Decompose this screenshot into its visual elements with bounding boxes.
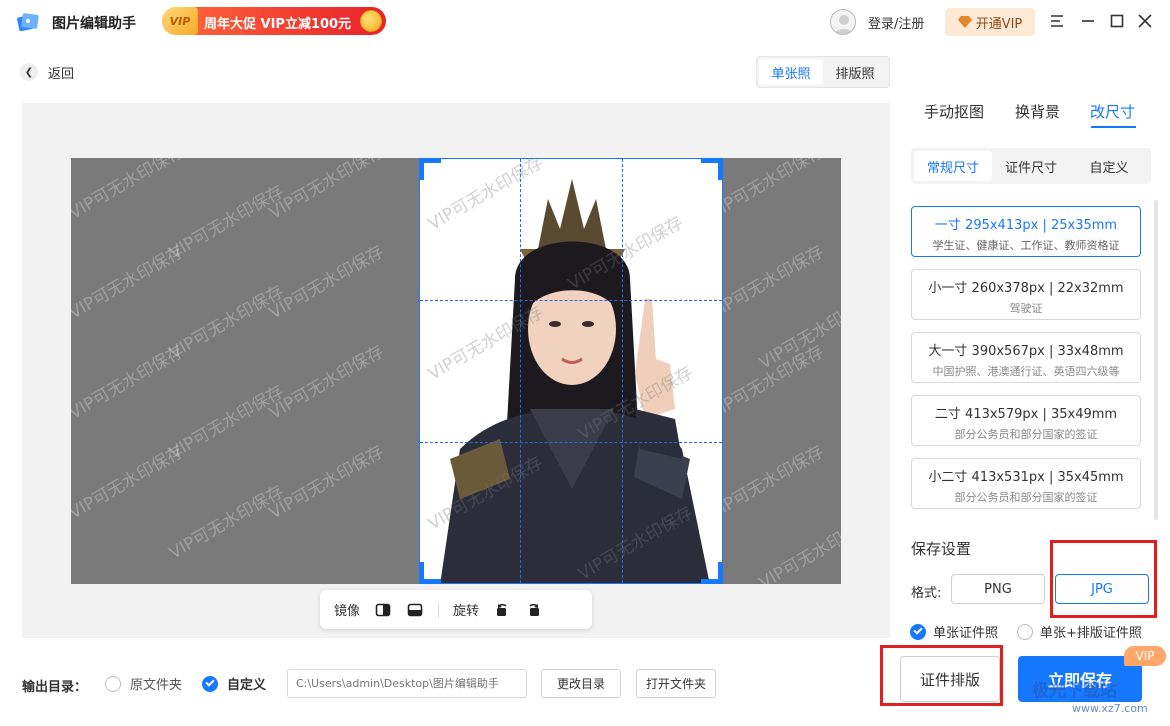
minimize-icon[interactable] xyxy=(1078,11,1098,31)
radio-original-folder[interactable]: 原文件夹 xyxy=(105,674,182,693)
tab-change-background[interactable]: 换背景 xyxy=(1015,101,1060,122)
radio-original-label: 原文件夹 xyxy=(130,678,183,693)
flip-vertical-icon[interactable] xyxy=(406,601,424,619)
size-option-usage: 学生证、健康证、工作证、教师资格证 xyxy=(932,239,1120,252)
vip-tag: VIP xyxy=(1124,646,1166,666)
tab-layout-photo[interactable]: 排版照 xyxy=(823,59,887,85)
back-label: 返回 xyxy=(48,66,75,82)
size-option-title: 小二寸 413x531px | 35x45mm xyxy=(928,470,1124,485)
radio-icon xyxy=(1017,623,1033,640)
crop-handle-top-left[interactable] xyxy=(420,159,441,180)
chevron-left-icon: ❮ xyxy=(20,63,38,81)
toolbar-divider xyxy=(438,601,440,618)
tab-custom-size[interactable]: 自定义 xyxy=(1070,151,1148,181)
tab-regular-size[interactable]: 常规尺寸 xyxy=(914,151,992,181)
watermark-text: VIP可无水印保存 xyxy=(165,181,288,264)
app-logo-icon xyxy=(16,10,40,34)
open-folder-button[interactable]: 打开文件夹 xyxy=(636,669,716,698)
app-name: 图片编辑助手 xyxy=(52,16,136,32)
size-option[interactable]: 小二寸 413x531px | 35x45mm 部分公务员和部分国家的签证 xyxy=(911,458,1141,509)
grid-line xyxy=(420,442,722,443)
highlight-box-layout xyxy=(880,645,1003,706)
open-vip-button[interactable]: 开通VIP xyxy=(945,8,1035,36)
watermark-text: VIP可无水印保存 xyxy=(71,158,188,224)
option-layout-label: 单张+排版证件照 xyxy=(1040,626,1142,641)
size-option[interactable]: 小一寸 260x378px | 22x32mm 驾驶证 xyxy=(911,269,1141,320)
size-option-title: 一寸 295x413px | 25x35mm xyxy=(934,218,1118,233)
maximize-icon[interactable] xyxy=(1107,11,1127,31)
close-icon[interactable] xyxy=(1135,11,1155,31)
size-list-scrollbar[interactable] xyxy=(1154,200,1158,520)
option-single-and-layout[interactable]: 单张+排版证件照 xyxy=(1017,622,1142,641)
format-label: 格式: xyxy=(911,586,942,601)
grid-line xyxy=(420,300,722,301)
site-watermark-name: 极光下载站 xyxy=(1032,681,1117,701)
diamond-icon xyxy=(957,16,972,28)
open-vip-label: 开通VIP xyxy=(975,16,1023,32)
menu-icon[interactable] xyxy=(1047,11,1067,31)
watermark-text: VIP可无水印保存 xyxy=(265,341,388,424)
tab-manual-cutout[interactable]: 手动抠图 xyxy=(924,101,984,122)
rotate-right-icon[interactable] xyxy=(525,601,543,619)
rotate-left-icon[interactable] xyxy=(493,601,511,619)
promo-text: 周年大促 VIP立减100元 xyxy=(204,17,352,32)
login-register-link[interactable]: 登录/注册 xyxy=(868,13,924,32)
size-option[interactable]: 二寸 413x579px | 35x49mm 部分公务员和部分国家的签证 xyxy=(911,395,1141,446)
coin-icon xyxy=(360,10,382,32)
mirror-label: 镜像 xyxy=(334,604,361,619)
id-photo-crop[interactable]: VIP可无水印保存 VIP可无水印保存 VIP可无水印保存 VIP可无水印保存 … xyxy=(419,158,723,584)
tab-id-size[interactable]: 证件尺寸 xyxy=(992,151,1070,181)
output-directory-label: 输出目录： xyxy=(22,680,88,695)
size-type-toggle: 常规尺寸 证件尺寸 自定义 xyxy=(911,148,1151,184)
watermark-text: VIP可无水印保存 xyxy=(165,381,288,464)
highlight-box-format xyxy=(1050,540,1157,618)
option-single-id-photo[interactable]: 单张证件照 xyxy=(910,622,998,641)
format-png-button[interactable]: PNG xyxy=(951,574,1045,604)
crop-handle-bottom-right[interactable] xyxy=(701,562,722,583)
size-option-usage: 部分公务员和部分国家的签证 xyxy=(954,491,1098,504)
mode-toggle: 单张照 排版照 xyxy=(756,56,890,88)
watermark-text: VIP可无水印保存 xyxy=(165,281,288,364)
watermark-text: VIP可无水印保存 xyxy=(265,441,388,524)
change-directory-button[interactable]: 更改目录 xyxy=(541,669,621,698)
checked-icon xyxy=(910,623,926,640)
watermark-text: VIP可无水印保存 xyxy=(265,158,388,224)
size-option-title: 大一寸 390x567px | 33x48mm xyxy=(928,344,1124,359)
flip-horizontal-icon[interactable] xyxy=(374,601,392,619)
rotate-label: 旋转 xyxy=(453,604,480,619)
crop-handle-top-right[interactable] xyxy=(701,159,722,180)
promo-banner[interactable]: VIP 周年大促 VIP立减100元 xyxy=(162,7,386,35)
save-settings-title: 保存设置 xyxy=(911,540,972,558)
image-toolbar: 镜像 旋转 xyxy=(320,590,592,629)
size-option-usage: 驾驶证 xyxy=(1009,302,1043,315)
watermark-text: VIP可无水印保存 xyxy=(755,511,841,584)
size-option[interactable]: 大一寸 390x567px | 33x48mm 中国护照、港澳通行证、英语四六级… xyxy=(911,332,1141,383)
radio-custom-folder[interactable]: 自定义 xyxy=(202,674,266,693)
grid-line xyxy=(622,159,623,583)
radio-icon xyxy=(105,675,121,692)
radio-custom-label: 自定义 xyxy=(227,678,267,693)
tab-resize[interactable]: 改尺寸 xyxy=(1090,101,1135,122)
site-watermark-url: www.xz7.com xyxy=(1072,702,1148,715)
watermark-text: VIP可无水印保存 xyxy=(165,481,288,564)
watermark-text: VIP可无水印保存 xyxy=(265,241,388,324)
tab-single-photo[interactable]: 单张照 xyxy=(759,59,823,85)
user-avatar-icon[interactable] xyxy=(830,9,856,35)
back-button[interactable]: ❮ 返回 xyxy=(20,62,74,82)
radio-checked-icon xyxy=(202,675,218,692)
size-option-usage: 中国护照、港澳通行证、英语四六级等 xyxy=(932,365,1120,378)
size-option[interactable]: 一寸 295x413px | 25x35mm 学生证、健康证、工作证、教师资格证 xyxy=(911,206,1141,257)
output-path-input[interactable] xyxy=(287,669,527,698)
size-option-title: 二寸 413x579px | 35x49mm xyxy=(934,407,1118,422)
crop-handle-bottom-left[interactable] xyxy=(420,562,441,583)
size-option-usage: 部分公务员和部分国家的签证 xyxy=(954,428,1098,441)
option-single-label: 单张证件照 xyxy=(933,626,999,641)
promo-vip-badge: VIP xyxy=(162,7,198,35)
active-tab-indicator xyxy=(1091,126,1136,128)
grid-line xyxy=(520,159,521,583)
size-option-title: 小一寸 260x378px | 22x32mm xyxy=(928,281,1124,296)
